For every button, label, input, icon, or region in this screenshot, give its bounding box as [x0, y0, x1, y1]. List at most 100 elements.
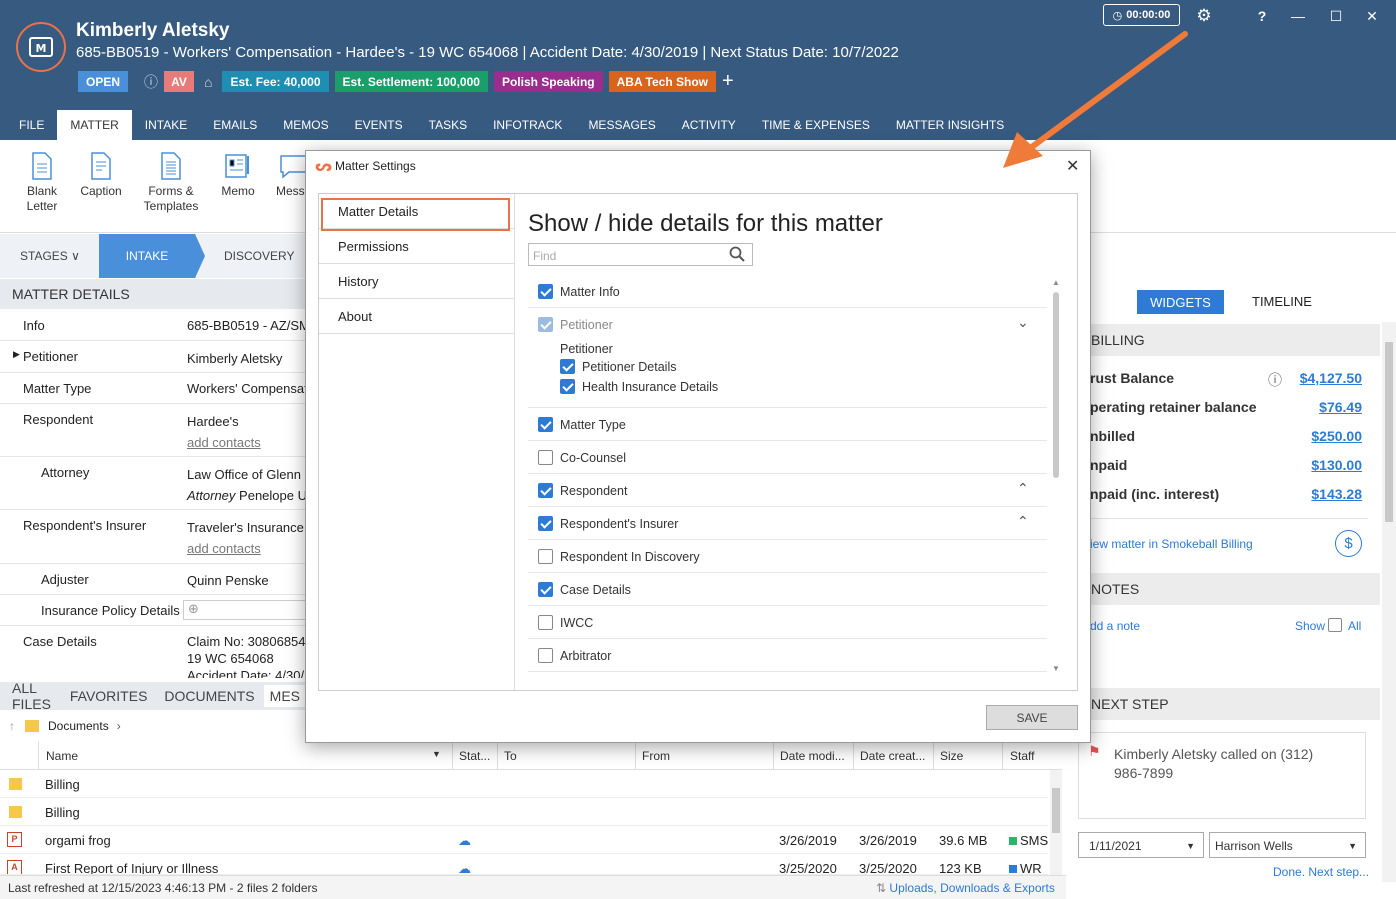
- tab-messages[interactable]: MESSAGES: [575, 110, 668, 140]
- tab-documents[interactable]: DOCUMENTS: [164, 688, 254, 704]
- checkbox-matter-type[interactable]: [538, 417, 553, 432]
- add-contacts-link[interactable]: add contacts: [187, 541, 261, 556]
- nav-about[interactable]: About: [319, 299, 515, 334]
- detail-row-info[interactable]: Info 685-BB0519 - AZ/SM: [0, 310, 310, 341]
- detail-row-respondent[interactable]: Respondent Hardee's add contacts: [0, 404, 306, 457]
- nav-permissions[interactable]: Permissions: [319, 229, 515, 264]
- checkbox-respondents-insurer[interactable]: [538, 516, 553, 531]
- table-row[interactable]: A First Report of Injury or Illness ☁ 3/…: [0, 854, 1048, 875]
- checkbox-health-insurance[interactable]: [560, 379, 575, 394]
- chevron-up-icon[interactable]: ⌃: [1017, 480, 1029, 497]
- list-item[interactable]: Matter Type: [528, 408, 1047, 441]
- col-to[interactable]: To: [504, 749, 517, 763]
- next-step-staff[interactable]: Harrison Wells ▼: [1209, 832, 1366, 858]
- forms-templates-button[interactable]: Forms & Templates: [142, 152, 200, 214]
- table-row[interactable]: Billing: [0, 770, 1048, 798]
- caption-button[interactable]: Caption: [78, 152, 124, 199]
- gear-icon[interactable]: ⚙: [1194, 6, 1214, 26]
- list-item[interactable]: Arbitrator: [528, 639, 1047, 672]
- messages-button[interactable]: Mess: [276, 152, 306, 199]
- tab-intake[interactable]: INTAKE: [132, 110, 200, 140]
- detail-row-case-details[interactable]: Case Details Claim No: 30806854 19 WC 6540…: [0, 626, 306, 678]
- tab-messages-files[interactable]: MES: [263, 685, 306, 707]
- chevron-up-icon[interactable]: ⌃: [1017, 513, 1029, 530]
- list-item[interactable]: Respondent's Insurer ⌃: [528, 507, 1047, 540]
- list-item[interactable]: Co-Counsel: [528, 441, 1047, 474]
- next-step-date[interactable]: 1/11/2021 ▼: [1078, 832, 1204, 858]
- detail-row-matter-type[interactable]: Matter Type Workers' Compensat: [0, 373, 308, 404]
- checkbox-matter-info[interactable]: [538, 284, 553, 299]
- billing-value[interactable]: $143.28: [1311, 486, 1362, 502]
- col-from[interactable]: From: [642, 749, 670, 763]
- up-arrow-icon[interactable]: ↑: [9, 719, 15, 733]
- search-icon[interactable]: [729, 246, 745, 262]
- detail-row-insurer[interactable]: Respondent's Insurer Traveler's Insurance…: [0, 510, 317, 564]
- right-panel-scrollbar[interactable]: [1382, 322, 1396, 882]
- col-size[interactable]: Size: [940, 749, 963, 763]
- sort-icon[interactable]: ▼: [432, 749, 441, 759]
- breadcrumb-documents[interactable]: Documents: [48, 719, 109, 733]
- checkbox-petitioner-details[interactable]: [560, 359, 575, 374]
- tag-aba-tech-show[interactable]: ABA Tech Show: [608, 71, 716, 92]
- list-item[interactable]: Case Details: [528, 573, 1047, 606]
- transfers-link[interactable]: ⇅ Uploads, Downloads & Exports: [876, 881, 1055, 895]
- add-note-link[interactable]: dd a note: [1090, 619, 1140, 633]
- col-name[interactable]: Name: [46, 749, 78, 763]
- timer-button[interactable]: ◷ 00:00:00: [1103, 4, 1180, 26]
- detail-row-adjuster[interactable]: Adjuster Quinn Penske: [0, 564, 306, 595]
- save-button[interactable]: SAVE: [986, 705, 1078, 730]
- detail-row-insurance-policy[interactable]: Insurance Policy Details ⊕: [0, 595, 306, 626]
- tab-events[interactable]: EVENTS: [342, 110, 416, 140]
- checkbox-arbitrator[interactable]: [538, 648, 553, 663]
- tab-time-expenses[interactable]: TIME & EXPENSES: [749, 110, 883, 140]
- av-badge[interactable]: AV: [164, 71, 194, 92]
- col-staff[interactable]: Staff: [1010, 749, 1034, 763]
- billing-value[interactable]: $76.49: [1319, 399, 1362, 415]
- tab-matter[interactable]: MATTER: [57, 110, 132, 140]
- show-all-checkbox[interactable]: [1328, 618, 1342, 632]
- detail-row-attorney[interactable]: Attorney Law Office of Glenn F Attorney Pe…: [0, 457, 313, 510]
- grid-scrollbar[interactable]: [1050, 770, 1062, 875]
- nav-history[interactable]: History: [319, 264, 515, 299]
- table-row[interactable]: P orgami frog ☁ 3/26/2019 3/26/2019 39.6…: [0, 826, 1048, 854]
- tag-polish-speaking[interactable]: Polish Speaking: [493, 71, 603, 92]
- tab-all-files[interactable]: ALL FILES: [12, 680, 53, 712]
- blank-letter-button[interactable]: Blank Letter: [22, 152, 62, 214]
- stages-dropdown[interactable]: STAGES ∨: [20, 249, 80, 263]
- col-date-modified[interactable]: Date modi...: [780, 749, 845, 763]
- tab-tasks[interactable]: TASKS: [416, 110, 480, 140]
- view-billing-link[interactable]: iew matter in Smokeball Billing: [1090, 537, 1253, 551]
- list-item[interactable]: Matter Info: [528, 275, 1047, 308]
- tab-memos[interactable]: MEMOS: [270, 110, 341, 140]
- tag-est-fee[interactable]: Est. Fee: 40,000: [222, 71, 329, 92]
- tag-icon[interactable]: ⌂: [204, 74, 212, 90]
- tab-timeline[interactable]: TIMELINE: [1252, 294, 1312, 309]
- find-input[interactable]: Find: [528, 243, 753, 266]
- chevron-down-icon[interactable]: ⌄: [1017, 314, 1029, 331]
- memo-button[interactable]: Memo: [218, 152, 258, 199]
- status-badge[interactable]: OPEN: [78, 71, 128, 92]
- add-tag-button[interactable]: +: [722, 70, 734, 93]
- billing-value[interactable]: $4,127.50: [1300, 370, 1362, 386]
- person-icon[interactable]: ⓘ: [144, 72, 158, 92]
- billing-value[interactable]: $250.00: [1311, 428, 1362, 444]
- table-row[interactable]: Billing: [0, 798, 1048, 826]
- checkbox-case-details[interactable]: [538, 582, 553, 597]
- list-item[interactable]: Petitioner ⌄ Petitioner Petitioner Detai…: [528, 308, 1047, 408]
- billing-value[interactable]: $130.00: [1311, 457, 1362, 473]
- done-next-step-link[interactable]: Done. Next step...: [1273, 865, 1369, 879]
- tag-est-settlement[interactable]: Est. Settlement: 100,000: [334, 71, 488, 92]
- info-icon[interactable]: ⓘ: [1268, 370, 1282, 390]
- col-date-created[interactable]: Date creat...: [860, 749, 925, 763]
- close-window-button[interactable]: ✕: [1362, 6, 1382, 26]
- list-item[interactable]: Respondent ⌃: [528, 474, 1047, 507]
- tab-emails[interactable]: EMAILS: [200, 110, 270, 140]
- tab-activity[interactable]: ACTIVITY: [669, 110, 749, 140]
- tab-widgets[interactable]: WIDGETS: [1137, 290, 1224, 314]
- list-item[interactable]: IWCC: [528, 606, 1047, 639]
- expand-icon[interactable]: ▶: [13, 349, 20, 360]
- scroll-up-icon[interactable]: ▲: [1052, 278, 1060, 287]
- checkbox-respondent[interactable]: [538, 483, 553, 498]
- checkbox-co-counsel[interactable]: [538, 450, 553, 465]
- stage-discovery[interactable]: DISCOVERY: [224, 249, 294, 263]
